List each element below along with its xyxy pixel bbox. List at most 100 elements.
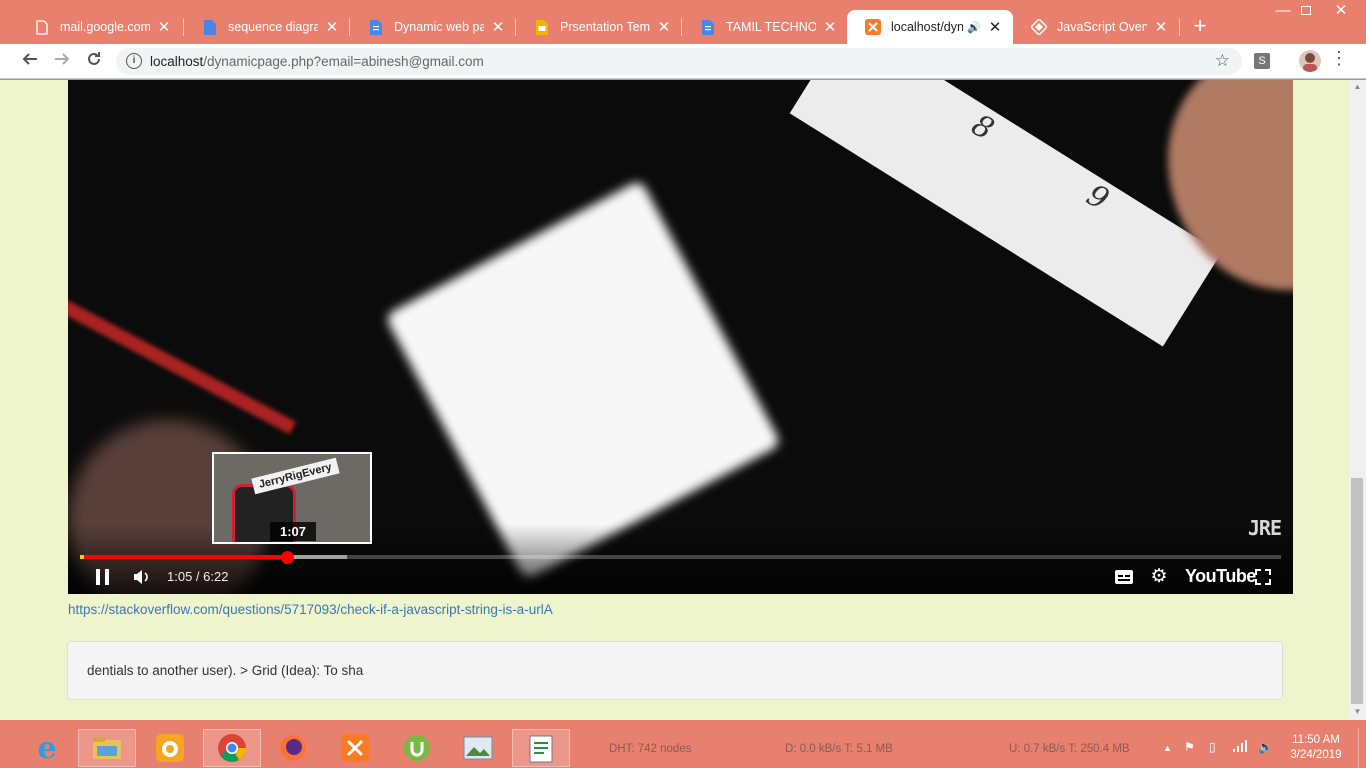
flag-icon[interactable]: ⚑: [1184, 740, 1195, 754]
address-bar[interactable]: i localhost/dynamicpage.php?email=abines…: [116, 48, 1242, 75]
url-host: localhost: [150, 54, 204, 69]
forward-button[interactable]: [50, 49, 74, 73]
back-button[interactable]: [18, 49, 42, 73]
settings-button[interactable]: ⚙: [1149, 566, 1169, 588]
preview-time: 1:07: [270, 522, 317, 541]
close-icon[interactable]: ✕: [490, 18, 506, 36]
back-arrow-icon: [22, 53, 37, 65]
tab-presentation-template[interactable]: Prsentation Templa ✕: [516, 10, 682, 44]
taskbar-xampp[interactable]: [326, 729, 384, 767]
reload-button[interactable]: [82, 49, 106, 73]
maximize-icon: [1301, 6, 1311, 15]
gear-icon: ⚙: [1150, 566, 1168, 587]
slides-icon: [534, 19, 550, 35]
fullscreen-button[interactable]: [1253, 566, 1273, 588]
firefox-icon: [280, 735, 306, 761]
taskbar-explorer[interactable]: [78, 729, 136, 767]
clock-time: 11:50 AM: [1292, 734, 1340, 746]
youtube-player[interactable]: 8 9 JRE JerryRigEvery 1:07 1:05 / 6:22 ⚙…: [68, 80, 1293, 594]
close-icon[interactable]: ✕: [987, 18, 1003, 36]
utorrent-icon: [404, 735, 430, 761]
uc-browser-icon: [156, 734, 184, 762]
tab-strip: mail.google.com ✕ sequence diagram ✕ Dyn…: [0, 0, 1366, 44]
docs-icon: [202, 19, 218, 35]
bookmark-star-icon[interactable]: ☆: [1215, 51, 1230, 71]
taskbar-chrome[interactable]: [203, 729, 261, 767]
taskbar-firefox[interactable]: [264, 729, 322, 767]
dht-status: DHT: 742 nodes: [609, 743, 692, 755]
close-icon[interactable]: ✕: [822, 18, 838, 36]
new-tab-button[interactable]: +: [1188, 12, 1212, 40]
url-path: /dynamicpage.php?email=abinesh@gmail.com: [203, 54, 484, 69]
windows-taskbar: e DHT: 742 nodes D: 0.0 kB/s T: 5.1 MB U…: [0, 728, 1366, 768]
tab-title: mail.google.com: [60, 20, 150, 34]
tab-title: sequence diagram: [228, 20, 318, 34]
taskbar-utorrent[interactable]: [388, 729, 446, 767]
time-display: 1:05 / 6:22: [167, 569, 229, 584]
extension-icon[interactable]: S: [1254, 53, 1270, 69]
browser-toolbar: i localhost/dynamicpage.php?email=abines…: [0, 44, 1366, 79]
taskbar-uc-browser[interactable]: [141, 729, 199, 767]
window-close-button[interactable]: ✕: [1318, 0, 1364, 22]
clock-date: 3/24/2019: [1290, 749, 1342, 761]
youtube-logo[interactable]: YouTube: [1185, 566, 1256, 587]
tab-title: TAMIL TECHNO-LE: [726, 20, 816, 34]
notepad-plus-icon: [529, 735, 553, 763]
tab-title: JavaScript Overview: [1057, 20, 1147, 34]
scroll-down-arrow-icon[interactable]: ▼: [1349, 707, 1366, 716]
volume-button[interactable]: [130, 566, 152, 588]
tab-sequence-diagram[interactable]: sequence diagram ✕: [184, 10, 350, 44]
preview-label: JerryRigEvery: [251, 457, 340, 495]
upload-status: U: 0.7 kB/s T: 250.4 MB: [1009, 743, 1130, 755]
channel-watermark[interactable]: JRE: [1248, 516, 1282, 540]
close-icon[interactable]: ✕: [156, 18, 172, 36]
volume-tray-icon[interactable]: 🔈: [1258, 740, 1273, 754]
pause-icon: [96, 569, 109, 585]
page-content: 8 9 JRE JerryRigEvery 1:07 1:05 / 6:22 ⚙…: [0, 80, 1349, 720]
tab-separator: [1179, 18, 1180, 36]
taskbar-clock[interactable]: 11:50 AM 3/24/2019: [1284, 733, 1348, 763]
progress-played: [80, 555, 287, 559]
url-text[interactable]: localhost/dynamicpage.php?email=abinesh@…: [150, 54, 484, 69]
profile-avatar[interactable]: [1299, 50, 1321, 72]
tab-title: Prsentation Templa: [560, 20, 650, 34]
video-frame-light: [384, 179, 782, 581]
show-desktop-button[interactable]: [1358, 728, 1366, 768]
docs-icon: [368, 19, 384, 35]
speaker-icon[interactable]: 🔊: [967, 21, 981, 34]
info-icon[interactable]: i: [126, 53, 142, 69]
scrollbar-thumb[interactable]: [1351, 478, 1363, 704]
progress-scrubber[interactable]: [280, 551, 294, 564]
xampp-icon: [341, 734, 369, 762]
fullscreen-icon: [1255, 569, 1271, 585]
taskbar-photos[interactable]: [449, 729, 507, 767]
close-icon[interactable]: ✕: [656, 18, 672, 36]
stackoverflow-link[interactable]: https://stackoverflow.com/questions/5717…: [68, 602, 553, 617]
tray-chevron-icon[interactable]: ▲: [1163, 743, 1172, 753]
video-frame-phone-edge: [68, 299, 297, 435]
taskbar-ie[interactable]: e: [18, 729, 76, 767]
subtitles-button[interactable]: [1114, 566, 1134, 588]
chrome-icon: [218, 734, 246, 762]
menu-kebab-icon[interactable]: ⋮: [1330, 48, 1348, 69]
close-icon[interactable]: ✕: [1153, 18, 1169, 36]
network-icon[interactable]: [1233, 740, 1249, 755]
tab-title: localhost/dyna: [891, 20, 964, 34]
close-icon[interactable]: ✕: [324, 18, 340, 36]
tab-mail[interactable]: mail.google.com ✕: [16, 10, 182, 44]
taskbar-notepad[interactable]: [512, 729, 570, 767]
device-icon[interactable]: ▯: [1209, 740, 1216, 754]
video-frame-tape: [789, 80, 1222, 347]
seek-preview-thumbnail: JerryRigEvery 1:07: [212, 452, 372, 544]
tab-localhost[interactable]: localhost/dyna 🔊 ✕: [847, 10, 1013, 44]
tab-javascript-overview[interactable]: JavaScript Overview ✕: [1013, 10, 1179, 44]
scroll-up-arrow-icon[interactable]: ▲: [1349, 82, 1366, 91]
folder-icon: [93, 737, 121, 759]
photo-viewer-icon: [463, 736, 493, 760]
tab-tamil-techno[interactable]: TAMIL TECHNO-LE ✕: [682, 10, 848, 44]
xampp-icon: [865, 19, 881, 35]
docs-icon: [700, 19, 716, 35]
internet-explorer-icon: e: [37, 730, 57, 766]
tab-dynamic-web-page[interactable]: Dynamic web page ✕: [350, 10, 516, 44]
pause-button[interactable]: [92, 566, 114, 588]
